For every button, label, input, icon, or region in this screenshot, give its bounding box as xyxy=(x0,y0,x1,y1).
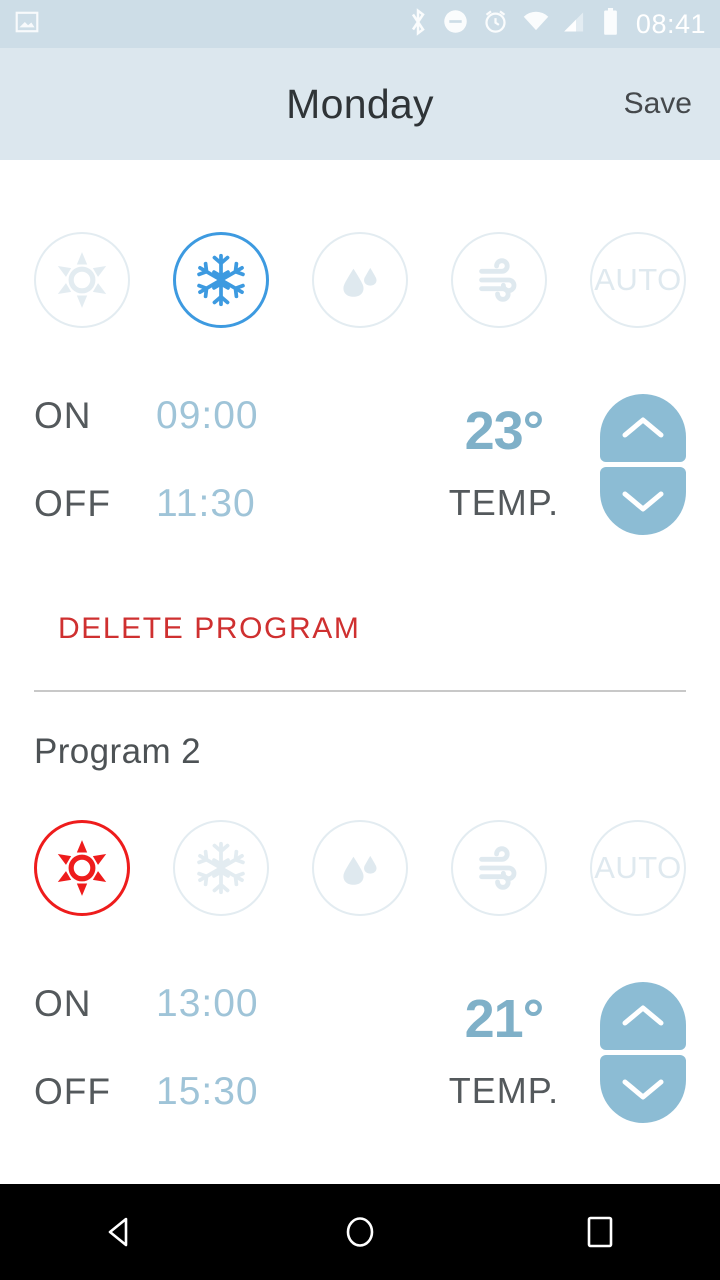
mode-selector-2: AUTO xyxy=(34,820,686,916)
phone-screen: 08:41 Monday Save xyxy=(0,0,720,1280)
on-time-row-2[interactable]: ON 13:00 xyxy=(34,982,416,1070)
home-icon xyxy=(343,1215,377,1249)
snowflake-icon xyxy=(193,840,249,896)
off-label-1: OFF xyxy=(34,483,156,525)
app-bar: Monday Save xyxy=(0,48,720,160)
temperature-decrease-button-2[interactable] xyxy=(600,1055,686,1123)
temperature-stepper-1 xyxy=(600,394,686,535)
save-button[interactable]: Save xyxy=(624,87,692,121)
nav-recents-button[interactable] xyxy=(540,1184,660,1280)
battery-icon xyxy=(602,8,619,41)
wind-icon xyxy=(470,839,528,897)
mode-button-heat-1[interactable] xyxy=(34,232,130,328)
mode-button-auto-1[interactable]: AUTO xyxy=(590,232,686,328)
mode-button-cool-1[interactable] xyxy=(173,232,269,328)
mode-button-dry-1[interactable] xyxy=(312,232,408,328)
cell-signal-icon xyxy=(563,11,589,38)
schedule-row-1: ON 09:00 OFF 11:30 23° TEMP. xyxy=(34,394,686,570)
schedule-times-1: ON 09:00 OFF 11:30 xyxy=(34,394,416,570)
status-bar-right-icons: 08:41 xyxy=(407,7,706,42)
mode-button-dry-2[interactable] xyxy=(312,820,408,916)
recents-icon xyxy=(585,1215,615,1249)
on-time-value-1[interactable]: 09:00 xyxy=(156,394,259,438)
temperature-stepper-2 xyxy=(600,982,686,1123)
on-time-value-2[interactable]: 13:00 xyxy=(156,982,259,1026)
back-icon xyxy=(103,1215,137,1249)
on-time-row-1[interactable]: ON 09:00 xyxy=(34,394,416,482)
temperature-display-1: 23° TEMP. xyxy=(416,394,592,524)
nav-back-button[interactable] xyxy=(60,1184,180,1280)
photo-icon xyxy=(14,9,40,40)
chevron-up-icon xyxy=(620,1001,666,1031)
status-bar-clock: 08:41 xyxy=(636,9,706,40)
off-time-value-2[interactable]: 15:30 xyxy=(156,1070,259,1114)
mode-selector-1: AUTO xyxy=(34,232,686,328)
mode-button-fan-2[interactable] xyxy=(451,820,547,916)
water-drops-icon xyxy=(332,252,388,308)
temperature-display-2: 21° TEMP. xyxy=(416,982,592,1112)
auto-icon: AUTO xyxy=(594,262,682,298)
off-time-row-1[interactable]: OFF 11:30 xyxy=(34,482,416,570)
on-label-1: ON xyxy=(34,395,156,437)
schedule-times-2: ON 13:00 OFF 15:30 xyxy=(34,982,416,1158)
mode-button-auto-2[interactable]: AUTO xyxy=(590,820,686,916)
temperature-increase-button-2[interactable] xyxy=(600,982,686,1050)
sun-icon xyxy=(51,249,113,311)
temperature-label-1: TEMP. xyxy=(416,482,592,524)
auto-icon: AUTO xyxy=(594,850,682,886)
chevron-up-icon xyxy=(620,413,666,443)
page-title: Monday xyxy=(0,81,720,128)
mode-button-heat-2[interactable] xyxy=(34,820,130,916)
program-2: Program 2 xyxy=(0,732,720,1158)
wifi-icon xyxy=(522,11,550,38)
wind-icon xyxy=(470,251,528,309)
delete-program-button-1[interactable]: DELETE PROGRAM xyxy=(58,612,686,646)
temperature-value-1: 23° xyxy=(416,400,592,462)
sun-icon xyxy=(51,837,113,899)
on-label-2: ON xyxy=(34,983,156,1025)
water-drops-icon xyxy=(332,840,388,896)
snowflake-icon xyxy=(193,252,249,308)
mode-button-fan-1[interactable] xyxy=(451,232,547,328)
off-label-2: OFF xyxy=(34,1071,156,1113)
temperature-label-2: TEMP. xyxy=(416,1070,592,1112)
content-area: AUTO ON 09:00 OFF 11:30 23° TEMP. xyxy=(0,160,720,1280)
temperature-value-2: 21° xyxy=(416,988,592,1050)
bluetooth-icon xyxy=(407,7,429,42)
android-nav-bar xyxy=(0,1184,720,1280)
program-divider xyxy=(34,690,686,692)
program-2-title: Program 2 xyxy=(34,732,686,772)
mode-button-cool-2[interactable] xyxy=(173,820,269,916)
temperature-decrease-button-1[interactable] xyxy=(600,467,686,535)
temperature-increase-button-1[interactable] xyxy=(600,394,686,462)
off-time-value-1[interactable]: 11:30 xyxy=(156,482,256,526)
schedule-row-2: ON 13:00 OFF 15:30 21° TEMP. xyxy=(34,982,686,1158)
status-bar-left-icons xyxy=(14,9,40,40)
chevron-down-icon xyxy=(620,486,666,516)
status-bar: 08:41 xyxy=(0,0,720,48)
alarm-icon xyxy=(482,8,509,40)
chevron-down-icon xyxy=(620,1074,666,1104)
program-1: AUTO ON 09:00 OFF 11:30 23° TEMP. xyxy=(0,160,720,646)
do-not-disturb-icon xyxy=(442,8,469,40)
nav-home-button[interactable] xyxy=(300,1184,420,1280)
off-time-row-2[interactable]: OFF 15:30 xyxy=(34,1070,416,1158)
